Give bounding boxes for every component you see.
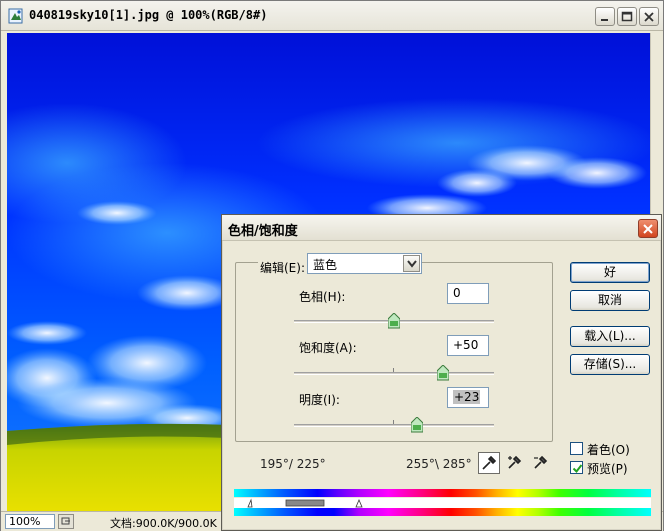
- close-icon: [643, 224, 653, 234]
- document-title: 040819sky10[1].jpg @ 100%(RGB/8#): [29, 8, 268, 22]
- lightness-slider-thumb[interactable]: [411, 417, 423, 433]
- colorize-label: 着色(O): [587, 443, 630, 457]
- minimize-button[interactable]: [595, 7, 615, 26]
- lightness-slider-track[interactable]: [294, 424, 494, 427]
- colorize-checkbox[interactable]: [570, 442, 583, 455]
- close-icon: [644, 12, 654, 22]
- hue-range-markers: [234, 498, 651, 508]
- edit-dropdown-button[interactable]: [403, 255, 420, 272]
- document-size-info: 文档:900.0K/900.0K: [110, 517, 217, 530]
- maximize-button[interactable]: [617, 7, 637, 26]
- lightness-slider-center-tick: [393, 420, 394, 424]
- preview-label: 预览(P): [587, 462, 628, 476]
- lightness-input[interactable]: +23: [447, 387, 489, 408]
- edit-channel-value: 蓝色: [313, 258, 338, 272]
- eyedropper-plus-icon: [508, 455, 522, 469]
- adjustment-groupbox: [235, 262, 553, 442]
- lightness-label: 明度(I):: [299, 393, 340, 407]
- hue-label: 色相(H):: [299, 290, 346, 304]
- save-button[interactable]: 存储(S)...: [570, 354, 650, 375]
- photoshop-doc-icon: [8, 8, 24, 24]
- saturation-label: 饱和度(A):: [299, 341, 357, 355]
- load-button[interactable]: 载入(L)...: [570, 326, 650, 347]
- saturation-slider-track[interactable]: [294, 372, 494, 375]
- chevron-down-icon: [407, 260, 417, 268]
- saturation-input[interactable]: +50: [447, 335, 489, 356]
- status-arrow-icon: [61, 517, 70, 525]
- maximize-icon: [621, 11, 633, 22]
- dialog-title: 色相/饱和度: [228, 224, 298, 239]
- dialog-titlebar[interactable]: 色相/饱和度: [222, 215, 661, 241]
- minimize-icon: [601, 19, 608, 21]
- edit-channel-select[interactable]: 蓝色: [307, 253, 422, 274]
- output-hue-bar: [234, 508, 651, 516]
- hue-saturation-dialog: 色相/饱和度 编辑(E): 蓝色 色相(H): 0 饱和度(A): +50 明度…: [221, 214, 662, 531]
- hue-input[interactable]: 0: [447, 283, 489, 304]
- document-titlebar[interactable]: 040819sky10[1].jpg @ 100%(RGB/8#): [1, 1, 663, 31]
- edit-label: 编辑(E):: [258, 259, 307, 276]
- lightness-value: +23: [453, 390, 481, 404]
- ok-button[interactable]: 好: [570, 262, 650, 283]
- eyedropper-plus-button[interactable]: [504, 452, 526, 474]
- range-left-readout: 195°/ 225°: [260, 457, 326, 471]
- checkmark-icon: [572, 464, 583, 474]
- eyedropper-minus-icon: [534, 455, 548, 469]
- hue-range-slider[interactable]: [234, 497, 651, 508]
- eyedropper-icon: [482, 455, 497, 470]
- dialog-close-button[interactable]: [638, 219, 658, 238]
- eyedropper-button[interactable]: [478, 452, 500, 474]
- hue-slider-thumb[interactable]: [388, 313, 400, 329]
- status-menu-button[interactable]: [58, 514, 74, 529]
- eyedropper-minus-button[interactable]: [530, 452, 552, 474]
- saturation-slider-center-tick: [393, 368, 394, 372]
- input-hue-bar: [234, 489, 651, 497]
- preview-checkbox[interactable]: [570, 461, 583, 474]
- range-right-readout: 255°\ 285°: [406, 457, 472, 471]
- saturation-slider-thumb[interactable]: [437, 365, 449, 381]
- zoom-level-field[interactable]: 100%: [5, 514, 55, 529]
- close-button[interactable]: [639, 7, 659, 26]
- cancel-button[interactable]: 取消: [570, 290, 650, 311]
